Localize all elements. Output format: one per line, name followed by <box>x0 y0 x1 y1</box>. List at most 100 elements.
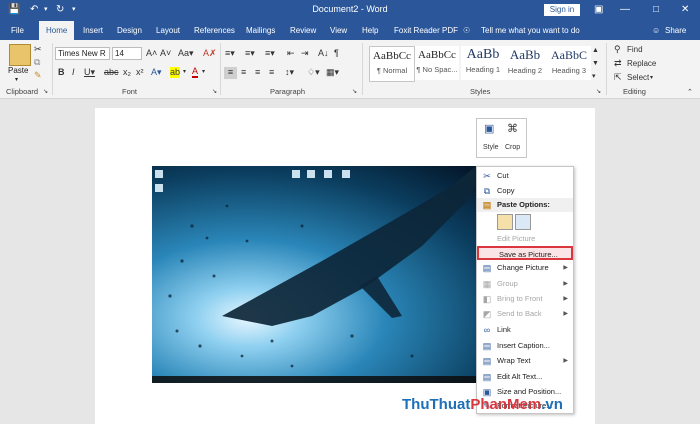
select-button[interactable]: Select <box>627 72 649 83</box>
tab-review[interactable]: Review <box>290 25 316 36</box>
style-heading-3[interactable]: AaBbC Heading 3 <box>547 46 591 80</box>
close-icon[interactable]: ✕ <box>681 3 689 17</box>
bold-icon[interactable]: B <box>58 67 65 78</box>
style-normal[interactable]: AaBbCc ¶ Normal <box>369 46 415 82</box>
styles-scroll-up-icon[interactable]: ▲ <box>592 45 599 56</box>
share-button[interactable]: Share <box>665 25 686 36</box>
styles-more-icon[interactable]: ▾ <box>592 71 596 82</box>
superscript-icon[interactable]: x² <box>136 67 144 78</box>
highlight-icon[interactable]: ab <box>170 67 181 78</box>
multilevel-list-icon[interactable]: ≡▾ <box>265 48 275 59</box>
sign-in-button[interactable]: Sign in <box>544 4 580 16</box>
show-formatting-icon[interactable]: ¶ <box>334 48 339 59</box>
editing-group-label: Editing <box>623 87 646 96</box>
format-painter-icon[interactable]: ✎ <box>34 70 42 81</box>
font-size-box[interactable]: 14 <box>112 47 142 60</box>
tab-references[interactable]: References <box>194 25 235 36</box>
copy-icon[interactable]: ⧉ <box>34 57 40 68</box>
justify-icon[interactable]: ≡ <box>269 67 274 78</box>
grow-font-icon[interactable]: A˄ <box>146 48 157 59</box>
scissors-icon: ✂ <box>483 171 491 181</box>
font-launcher-icon[interactable]: ↘ <box>212 87 217 98</box>
font-color-icon[interactable]: A <box>192 67 199 78</box>
select-dropdown-icon[interactable]: ▾ <box>650 73 653 84</box>
paste-keep-formatting-icon[interactable] <box>497 214 513 230</box>
style-no-spacing[interactable]: AaBbCc ¶ No Spac... <box>415 46 459 80</box>
maximize-icon[interactable]: □ <box>653 3 659 17</box>
crop-button[interactable]: Crop <box>505 144 520 151</box>
shading-icon[interactable]: ♢▾ <box>307 67 320 78</box>
cut-icon[interactable]: ✂ <box>34 44 42 55</box>
shrink-font-icon[interactable]: A˅ <box>160 48 171 59</box>
collapse-ribbon-icon[interactable]: ⌃ <box>687 87 693 98</box>
italic-icon[interactable]: I <box>72 67 75 78</box>
change-case-icon[interactable]: Aa▾ <box>178 48 194 59</box>
styles-scroll-down-icon[interactable]: ▼ <box>592 58 599 69</box>
watermark-part: .vn <box>541 396 563 413</box>
style-name: ¶ No Spac... <box>416 65 458 74</box>
menu-item-bring-to-front[interactable]: ◧ Bring to Front ▶ <box>477 292 573 306</box>
menu-item-send-to-back[interactable]: ◩ Send to Back ▶ <box>477 307 573 321</box>
picture-style-icon[interactable]: ▣ <box>484 124 494 135</box>
increase-indent-icon[interactable]: ⇥ <box>301 48 309 59</box>
style-heading-2[interactable]: AaBb Heading 2 <box>503 46 547 80</box>
menu-item-copy[interactable]: ⧉ Copy <box>477 184 573 198</box>
menu-item-edit-picture[interactable]: Edit Picture <box>477 232 573 246</box>
clipboard-launcher-icon[interactable]: ↘ <box>43 87 48 98</box>
style-button[interactable]: Style <box>483 144 499 151</box>
paragraph-group-label: Paragraph <box>270 87 306 96</box>
tab-file[interactable]: File <box>11 25 24 36</box>
align-center-icon[interactable]: ≡ <box>241 67 246 78</box>
subscript-icon[interactable]: x₂ <box>123 67 131 78</box>
find-icon: ⚲ <box>614 44 621 54</box>
divider <box>52 43 53 95</box>
numbering-icon[interactable]: ≡▾ <box>245 48 255 59</box>
tab-layout[interactable]: Layout <box>156 25 180 36</box>
menu-item-wrap-text[interactable]: ▤ Wrap Text ▶ <box>477 354 573 368</box>
paste-dropdown-icon[interactable]: ▾ <box>15 76 18 83</box>
clear-formatting-icon[interactable]: A✗ <box>203 48 217 59</box>
minimize-icon[interactable]: — <box>620 3 630 17</box>
align-left-icon[interactable]: ≡ <box>224 67 237 79</box>
menu-item-insert-caption[interactable]: ▤ Insert Caption... <box>477 339 573 353</box>
bullets-icon[interactable]: ≡▾ <box>225 48 235 59</box>
tab-view[interactable]: View <box>330 25 347 36</box>
tab-insert[interactable]: Insert <box>83 25 103 36</box>
paste-icon[interactable] <box>9 44 31 66</box>
strikethrough-icon[interactable]: abc <box>104 67 119 78</box>
replace-button[interactable]: Replace <box>627 58 656 69</box>
style-name: Heading 2 <box>507 66 543 75</box>
borders-icon[interactable]: ▦▾ <box>326 67 339 78</box>
line-spacing-icon[interactable]: ↕▾ <box>285 67 294 78</box>
highlight-dropdown-icon[interactable]: ▾ <box>183 67 186 78</box>
find-button[interactable]: Find <box>627 44 643 55</box>
align-right-icon[interactable]: ≡ <box>255 67 260 78</box>
menu-item-save-as-picture[interactable]: Save as Picture... <box>477 246 573 260</box>
paragraph-launcher-icon[interactable]: ↘ <box>352 87 357 98</box>
style-heading-1[interactable]: AaBb Heading 1 <box>461 46 505 80</box>
crop-icon[interactable]: ⌘ <box>507 124 518 135</box>
paste-picture-icon[interactable] <box>515 214 531 230</box>
tab-home[interactable]: Home <box>39 21 75 40</box>
font-name-box[interactable]: Times New R <box>55 47 110 60</box>
menu-item-change-picture[interactable]: ▤ Change Picture ▶ <box>477 261 573 275</box>
decrease-indent-icon[interactable]: ⇤ <box>287 48 295 59</box>
underline-icon[interactable]: U▾ <box>84 67 95 78</box>
styles-launcher-icon[interactable]: ↘ <box>596 87 601 98</box>
tab-help[interactable]: Help <box>362 25 378 36</box>
paste-button[interactable]: Paste <box>8 66 28 75</box>
menu-item-cut[interactable]: ✂ Cut <box>477 169 573 183</box>
menu-item-link[interactable]: ∞ Link <box>477 323 573 337</box>
sort-icon[interactable]: A↓ <box>318 48 329 59</box>
menu-item-edit-alt-text[interactable]: ▤ Edit Alt Text... <box>477 370 573 384</box>
tab-mailings[interactable]: Mailings <box>246 25 275 36</box>
tab-foxit[interactable]: Foxit Reader PDF <box>394 25 458 36</box>
menu-item-group[interactable]: ▦ Group ▶ <box>477 277 573 291</box>
tab-design[interactable]: Design <box>117 25 142 36</box>
ribbon: Paste ▾ ✂ ⧉ ✎ Clipboard ↘ Times New R 14… <box>0 40 700 99</box>
tell-me-box[interactable]: Tell me what you want to do <box>481 25 580 36</box>
style-name: Heading 1 <box>465 65 501 74</box>
text-effects-icon[interactable]: A▾ <box>151 67 162 78</box>
font-color-dropdown-icon[interactable]: ▾ <box>202 67 205 78</box>
ribbon-display-icon[interactable]: ▣ <box>594 3 603 17</box>
